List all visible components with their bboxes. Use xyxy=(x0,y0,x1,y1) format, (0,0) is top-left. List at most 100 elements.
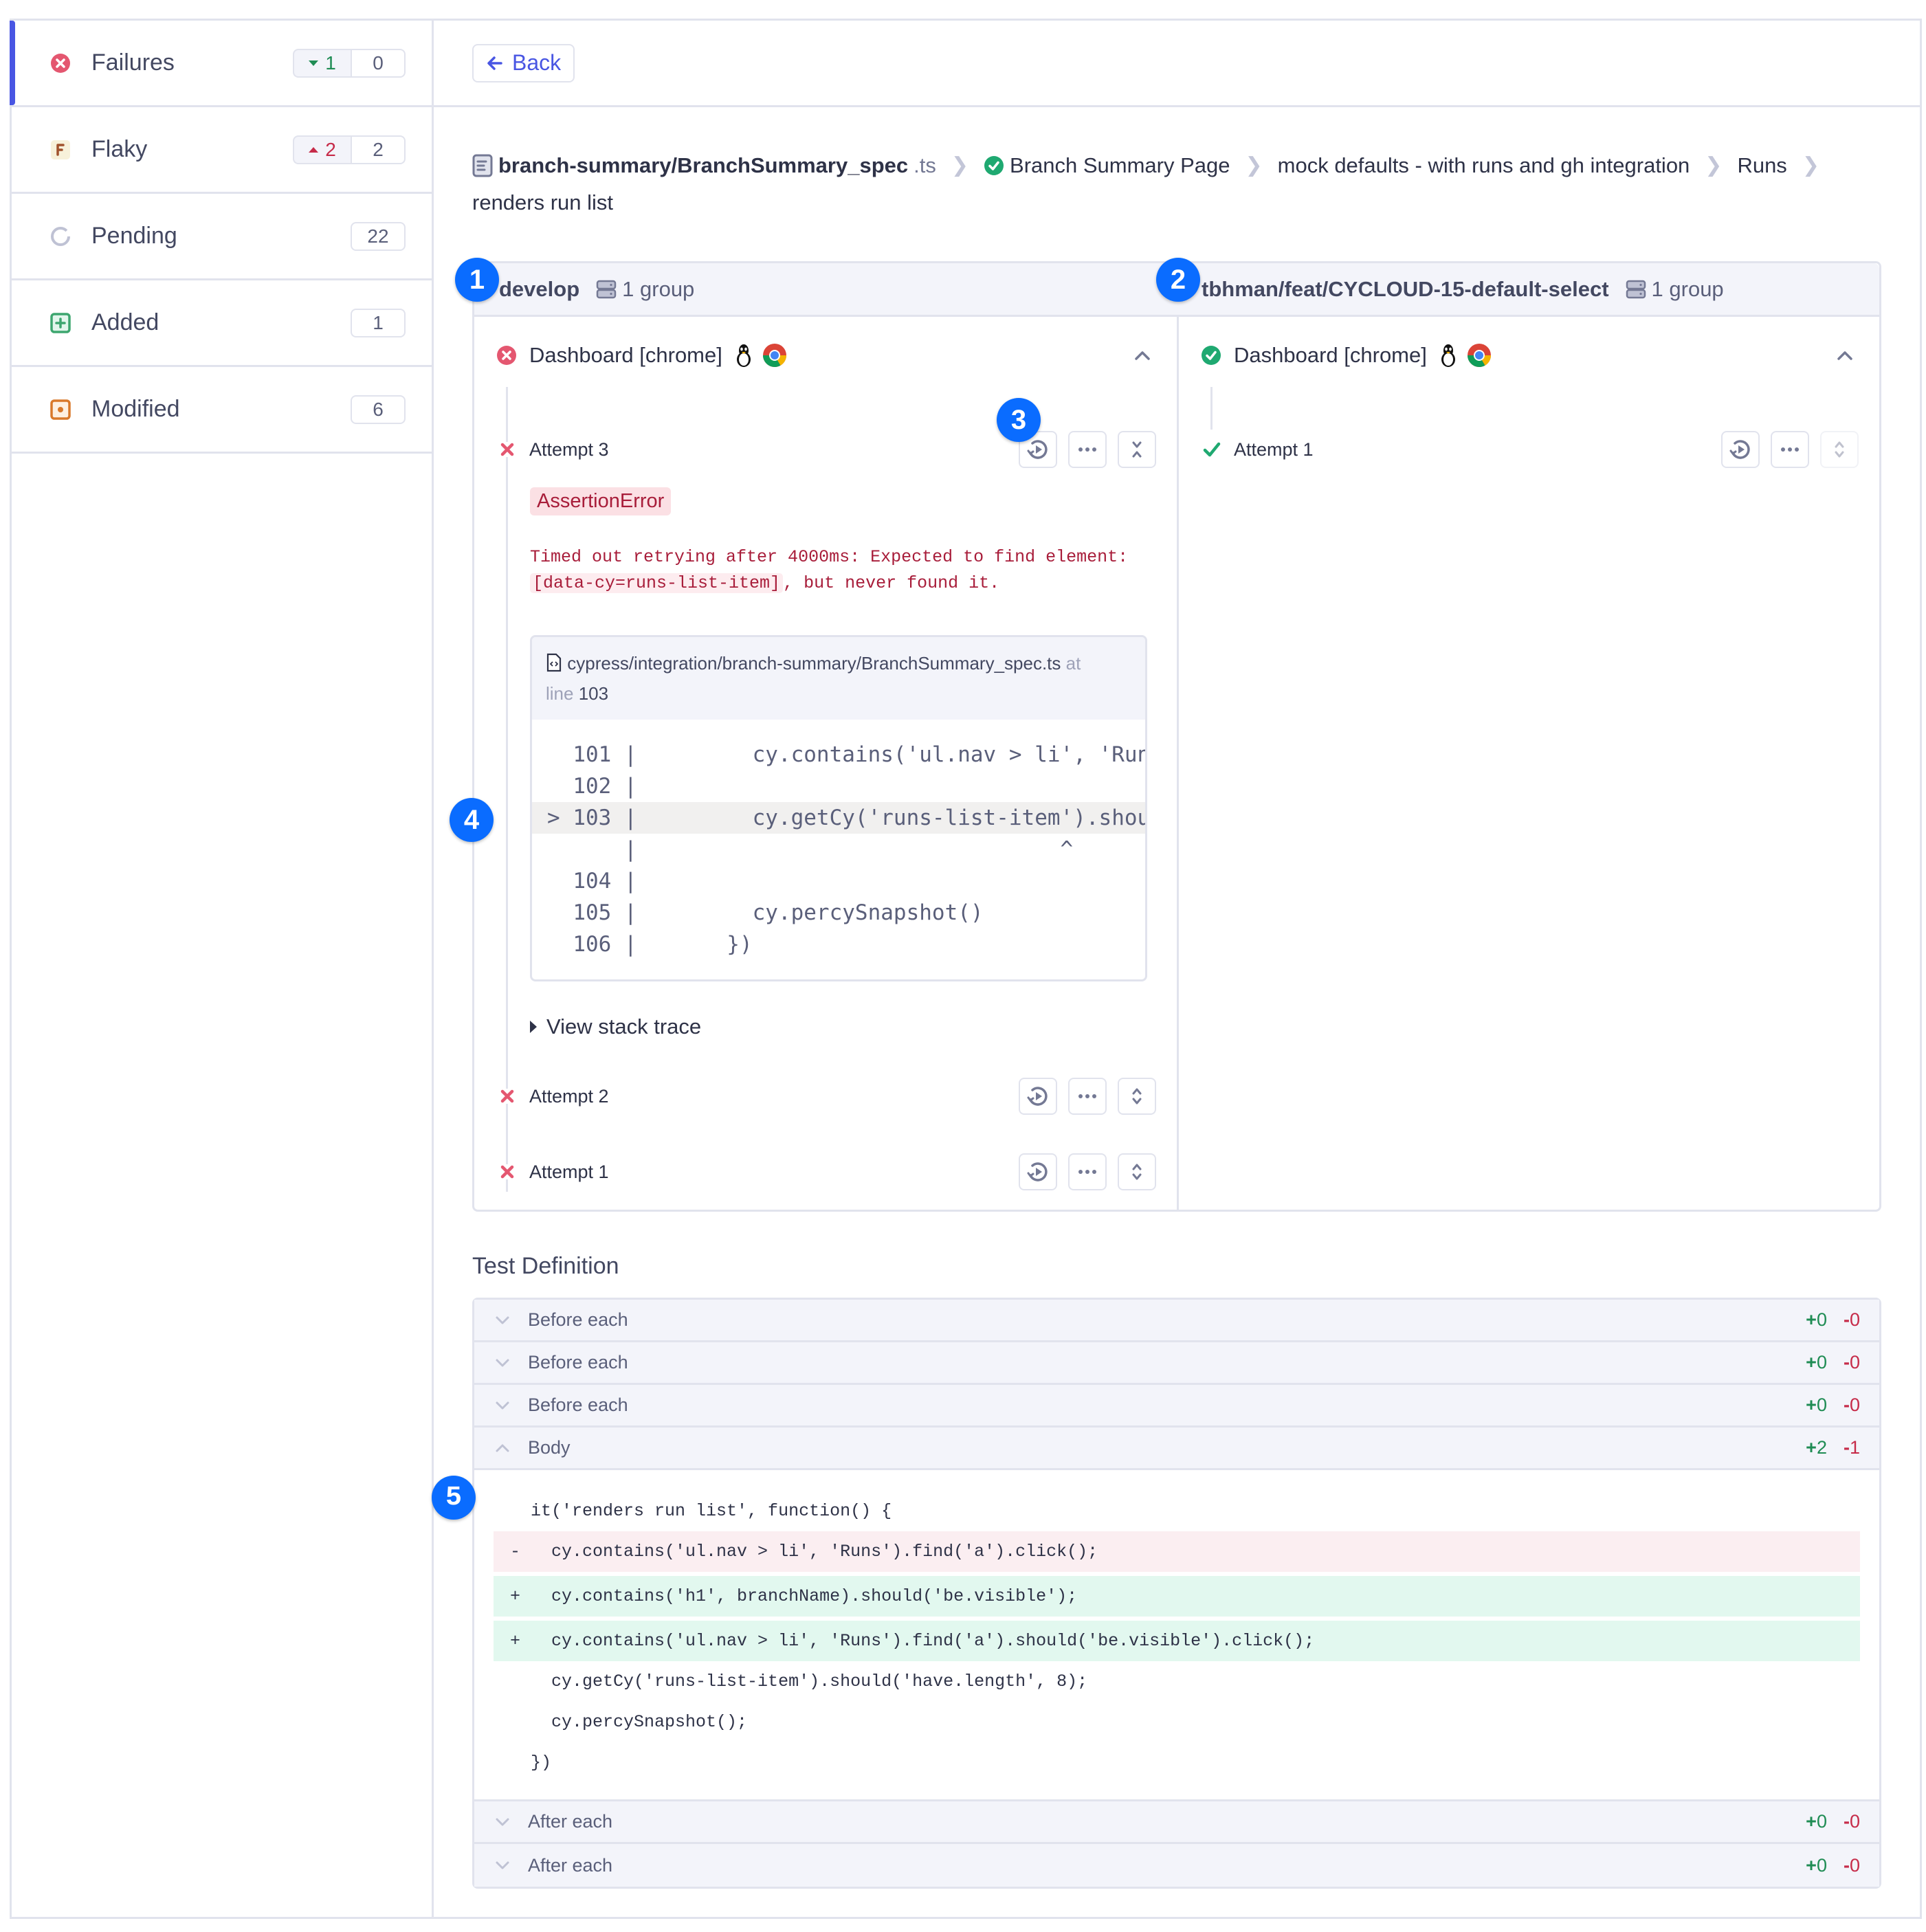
removed-value: 1 xyxy=(1849,1437,1860,1458)
attempt-actions xyxy=(1721,431,1859,468)
hook-row[interactable]: After each +0 -0 xyxy=(474,1844,1879,1887)
breadcrumb-runs[interactable]: Runs xyxy=(1737,147,1786,184)
after-hooks: After each +0 -0 After each +0 -0 xyxy=(474,1801,1879,1887)
hook-row[interactable]: Before each +0 -0 xyxy=(474,1342,1879,1385)
more-options-button[interactable] xyxy=(1068,431,1107,468)
breadcrumb-spec-file[interactable]: branch-summary/BranchSummary_spec .ts xyxy=(472,147,936,184)
linux-icon xyxy=(1441,344,1455,367)
branch-name[interactable]: develop xyxy=(499,277,579,302)
content-area: branch-summary/BranchSummary_spec .ts ❯ B… xyxy=(432,147,1920,1889)
expand-attempt-button[interactable] xyxy=(1118,1078,1156,1115)
ellipsis-icon xyxy=(1078,1170,1096,1174)
branch-comparison: 1 2 develop 1 group tbhman/feat/CYCLOUD-… xyxy=(450,258,1881,1212)
total-count: 6 xyxy=(351,395,406,424)
back-button[interactable]: Back xyxy=(472,43,575,82)
hook-row[interactable]: Before each +0 -0 xyxy=(474,1385,1879,1428)
sidebar-item-label: Added xyxy=(91,309,159,335)
app-frame: Failures 1 0 Flaky 2 2 Pending 22 Added … xyxy=(10,19,1922,1919)
replay-button[interactable] xyxy=(1019,1078,1057,1115)
code-line: 105 | cy.percySnapshot() xyxy=(547,900,984,925)
sidebar-item-modified[interactable]: Modified 6 xyxy=(12,367,432,454)
chevron-down-icon xyxy=(496,1359,509,1366)
ellipsis-icon xyxy=(1078,447,1096,452)
added-count: +0 xyxy=(1806,1309,1827,1330)
collapse-run-button[interactable] xyxy=(1129,342,1156,369)
more-options-button[interactable] xyxy=(1068,1078,1107,1115)
body-section-header[interactable]: Body +2 -1 xyxy=(474,1428,1879,1470)
added-value: 0 xyxy=(1816,1309,1827,1330)
comparison-body: Dashboard [chrome] 3 Attempt 3 Assertion… xyxy=(450,317,1879,1210)
removed-value: 0 xyxy=(1849,1395,1860,1415)
ellipsis-icon xyxy=(1078,1094,1096,1098)
pending-ring-icon xyxy=(50,226,71,247)
breadcrumb-describe[interactable]: Branch Summary Page xyxy=(984,147,1230,184)
removed-count: -0 xyxy=(1843,1352,1860,1373)
compare-branch-header: tbhman/feat/CYCLOUD-15-default-select 1 … xyxy=(1177,263,1879,315)
chevron-down-icon xyxy=(496,1818,509,1825)
run-title: Dashboard [chrome] xyxy=(1234,343,1427,367)
fail-x-icon xyxy=(495,1089,520,1104)
group-count-label: 1 group xyxy=(1651,276,1724,301)
hook-label: Before each xyxy=(528,1395,628,1415)
view-stack-trace-toggle[interactable]: View stack trace xyxy=(530,1014,1156,1039)
total-count: 0 xyxy=(351,48,406,78)
error-selector: [data-cy=runs-list-item] xyxy=(530,573,784,593)
chevron-down-icon xyxy=(496,1316,509,1324)
server-groups-icon xyxy=(1626,280,1646,298)
diff-stats: +0 -0 xyxy=(1806,1855,1860,1876)
expand-attempt-button[interactable] xyxy=(1820,431,1859,468)
sidebar-item-pending[interactable]: Pending 22 xyxy=(12,194,432,280)
diff-line-added: + cy.contains('ul.nav > li', 'Runs').fin… xyxy=(494,1621,1860,1661)
caret-right-icon xyxy=(530,1021,537,1033)
chevron-up-icon xyxy=(1837,351,1852,360)
error-message-tail: , but never found it. xyxy=(783,573,1000,593)
attempts-timeline: 3 Attempt 3 AssertionError Timed out ret… xyxy=(495,387,1156,1192)
diff-stats: +0 -0 xyxy=(1806,1309,1860,1331)
test-definition-card: Before each +0 -0 Before each +0 -0 Before eac… xyxy=(432,1298,1881,1889)
removed-count: -0 xyxy=(1843,1395,1860,1415)
compare-branch-run: Dashboard [chrome] Attempt 1 xyxy=(1177,317,1879,1210)
collapse-attempt-button[interactable] xyxy=(1118,431,1156,468)
code-line: 106 | }) xyxy=(547,932,753,957)
count-badge: 1 xyxy=(351,308,406,337)
collapse-run-button[interactable] xyxy=(1831,342,1859,369)
branch-name[interactable]: tbhman/feat/CYCLOUD-15-default-select xyxy=(1202,277,1609,302)
hook-row[interactable]: Before each +0 -0 xyxy=(474,1300,1879,1342)
code-file-icon xyxy=(546,653,562,672)
replay-icon xyxy=(1729,440,1750,459)
removed-value: 0 xyxy=(1849,1352,1860,1373)
sidebar-item-flaky[interactable]: Flaky 2 2 xyxy=(12,107,432,194)
code-frame-header[interactable]: cypress/integration/branch-summary/Branc… xyxy=(532,637,1145,720)
replay-button[interactable] xyxy=(1019,1153,1057,1190)
total-count: 1 xyxy=(351,308,406,337)
base-branch-header: develop 1 group xyxy=(474,263,1177,315)
expand-attempt-button[interactable] xyxy=(1118,1153,1156,1190)
hook-row[interactable]: After each +0 -0 xyxy=(474,1801,1879,1844)
hook-label: Body xyxy=(528,1437,571,1458)
sidebar-item-added[interactable]: Added 1 xyxy=(12,280,432,367)
added-count: +0 xyxy=(1806,1395,1827,1415)
count-badge: 2 2 xyxy=(293,135,406,164)
run-header: Dashboard [chrome] xyxy=(1199,336,1859,375)
fail-x-icon xyxy=(495,442,520,457)
chrome-icon xyxy=(762,344,786,367)
replay-button[interactable] xyxy=(1721,431,1760,468)
attempt-label: Attempt 1 xyxy=(1234,438,1314,460)
before-hooks: Before each +0 -0 Before each +0 -0 Before eac… xyxy=(474,1300,1879,1428)
replay-icon xyxy=(1027,440,1048,459)
linux-icon xyxy=(736,344,751,367)
diff-stats: +2 -1 xyxy=(1806,1437,1860,1458)
code-frame-line-number: 103 xyxy=(578,683,609,704)
replay-icon xyxy=(1027,1162,1048,1181)
breadcrumb-context[interactable]: mock defaults - with runs and gh integra… xyxy=(1278,147,1690,184)
more-options-button[interactable] xyxy=(1068,1153,1107,1190)
sidebar-item-failures[interactable]: Failures 1 0 xyxy=(10,21,432,107)
added-value: 0 xyxy=(1816,1854,1827,1876)
more-options-button[interactable] xyxy=(1771,431,1809,468)
removed-count: -0 xyxy=(1843,1309,1860,1330)
body-diff: 5 it('renders run list', function() {- c… xyxy=(432,1470,1879,1801)
removed-value: 0 xyxy=(1849,1309,1860,1330)
delta-count: 2 xyxy=(293,135,351,164)
code-frame-line-label: line xyxy=(546,683,574,704)
code-frame-path: cypress/integration/branch-summary/Branc… xyxy=(567,653,1061,674)
